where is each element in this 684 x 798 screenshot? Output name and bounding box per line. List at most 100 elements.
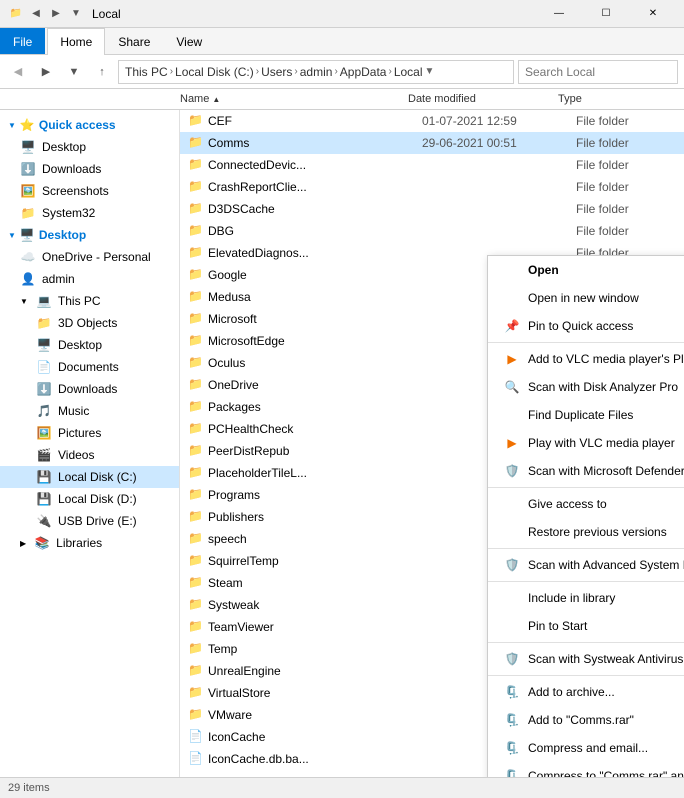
file-type: File folder [576,224,676,238]
ctx-add-archive[interactable]: 🗜️ Add to archive... [488,678,684,706]
ctx-find-duplicates[interactable]: Find Duplicate Files [488,401,684,429]
file-name: ConnectedDevic... [208,158,418,172]
col-header-type[interactable]: Type [550,93,650,105]
file-name: OneDrive [208,378,418,392]
breadcrumb-this-pc[interactable]: This PC [125,65,168,79]
folder-icon: 📁 [188,443,204,459]
ctx-include-library[interactable]: Include in library ▶ [488,584,684,612]
sidebar-item-label: USB Drive (E:) [58,514,171,528]
file-icon: 📄 [188,729,204,745]
file-name: PlaceholderTileL... [208,466,418,480]
sidebar-item-downloads-2[interactable]: ⬇️ Downloads [0,378,179,400]
ctx-give-access-label: Give access to [528,497,607,511]
ctx-advanced-protector[interactable]: 🛡️ Scan with Advanced System Protector [488,551,684,579]
file-item-crashreport[interactable]: 📁 CrashReportClie... File folder [180,176,684,198]
breadcrumb[interactable]: This PC › Local Disk (C:) › Users › admi… [118,60,514,84]
folder-icon: 📁 [188,531,204,547]
file-name: VirtualStore [208,686,418,700]
folder-icon: 📁 [188,179,204,195]
file-item-comms[interactable]: 📁 Comms 29-06-2021 00:51 File folder [180,132,684,154]
sidebar-item-3d-objects[interactable]: 📁 3D Objects [0,312,179,334]
ctx-vlc-playlist[interactable]: ▶ Add to VLC media player's Playlist [488,345,684,373]
sidebar-item-local-disk-d[interactable]: 💾 Local Disk (D:) [0,488,179,510]
minimize-button[interactable]: — [536,0,582,28]
recent-locations-button[interactable]: ▼ [62,60,86,84]
ctx-advanced-protector-label: Scan with Advanced System Protector [528,558,684,572]
ctx-give-access[interactable]: Give access to ▶ [488,490,684,518]
file-name: SquirrelTemp [208,554,418,568]
ctx-compress-comms-email[interactable]: 🗜️ Compress to "Comms.rar" and email [488,762,684,776]
title-bar-forward-icon[interactable]: ▶ [48,6,64,22]
forward-button[interactable]: ▶ [34,60,58,84]
file-item-dbg[interactable]: 📁 DBG File folder [180,220,684,242]
onedrive-icon: ☁️ [20,249,36,265]
col-header-date[interactable]: Date modified [400,93,550,105]
ctx-compress-email[interactable]: 🗜️ Compress and email... [488,734,684,762]
file-item-d3dscache[interactable]: 📁 D3DSCache File folder [180,198,684,220]
file-item-cef[interactable]: 📁 CEF 01-07-2021 12:59 File folder [180,110,684,132]
sidebar-item-local-disk-c[interactable]: 💾 Local Disk (C:) [0,466,179,488]
search-box[interactable] [518,60,678,84]
file-name: Temp [208,642,418,656]
title-bar-back-icon[interactable]: ◀ [28,6,44,22]
close-button[interactable]: ✕ [630,0,676,28]
ctx-pin-quick-access[interactable]: 📌 Pin to Quick access [488,312,684,340]
up-button[interactable]: ↑ [90,60,114,84]
ctx-add-comms-rar[interactable]: 🗜️ Add to "Comms.rar" [488,706,684,734]
tab-view[interactable]: View [163,28,215,54]
back-button[interactable]: ◀ [6,60,30,84]
sidebar-item-screenshots[interactable]: 🖼️ Screenshots [0,180,179,202]
maximize-button[interactable]: ☐ [583,0,629,28]
ctx-open[interactable]: Open [488,256,684,284]
sidebar-header-quick-access[interactable]: ▼ ⭐ Quick access [0,114,179,136]
folder-icon: 📁 [188,685,204,701]
file-name: ElevatedDiagnos... [208,246,418,260]
breadcrumb-local-disk[interactable]: Local Disk (C:) [175,65,254,79]
col-header-name[interactable]: Name ▲ [180,93,400,105]
tab-home[interactable]: Home [47,28,105,55]
breadcrumb-users[interactable]: Users [261,65,292,79]
sidebar-item-libraries[interactable]: ▶ 📚 Libraries [0,532,179,554]
title-bar-dropdown-icon[interactable]: ▼ [68,6,84,22]
sidebar-item-desktop-1[interactable]: 🖥️ Desktop [0,136,179,158]
screenshots-icon: 🖼️ [20,183,36,199]
sidebar-item-label: This PC [58,294,171,308]
systweak-antivirus-icon: 🛡️ [504,651,520,667]
sidebar-item-this-pc[interactable]: ▼ 💻 This PC [0,290,179,312]
breadcrumb-admin[interactable]: admin [300,65,333,79]
sidebar-item-pictures[interactable]: 🖼️ Pictures [0,422,179,444]
ctx-compress-comms-email-label: Compress to "Comms.rar" and email [528,769,684,776]
sidebar-item-system32[interactable]: 📁 System32 [0,202,179,224]
tab-file[interactable]: File [0,28,45,54]
breadcrumb-appdata[interactable]: AppData [340,65,387,79]
file-type: File folder [576,180,676,194]
sidebar-item-onedrive[interactable]: ☁️ OneDrive - Personal [0,246,179,268]
status-bar: 29 items [0,777,684,798]
ctx-disk-analyzer[interactable]: 🔍 Scan with Disk Analyzer Pro [488,373,684,401]
search-input[interactable] [525,65,671,79]
sidebar-item-desktop-2[interactable]: 🖥️ Desktop [0,334,179,356]
sidebar-item-downloads-1[interactable]: ⬇️ Downloads [0,158,179,180]
folder-icon: 📁 [188,113,204,129]
tab-share[interactable]: Share [105,28,163,54]
file-date: 29-06-2021 00:51 [422,136,572,150]
sidebar-item-admin[interactable]: 👤 admin [0,268,179,290]
ctx-open-new-window[interactable]: Open in new window [488,284,684,312]
sidebar-item-videos[interactable]: 🎬 Videos [0,444,179,466]
file-name: Microsoft [208,312,418,326]
ctx-vlc-play-label: Play with VLC media player [528,436,675,450]
sidebar-item-music[interactable]: 🎵 Music [0,400,179,422]
ctx-restore-versions[interactable]: Restore previous versions [488,518,684,546]
pin-start-icon [504,618,520,634]
ctx-pin-start[interactable]: Pin to Start [488,612,684,640]
ctx-vlc-play[interactable]: ▶ Play with VLC media player [488,429,684,457]
sidebar-item-documents[interactable]: 📄 Documents [0,356,179,378]
sidebar-header-desktop[interactable]: ▼ 🖥️ Desktop [0,224,179,246]
breadcrumb-local[interactable]: Local [394,65,423,79]
ctx-defender-scan[interactable]: 🛡️ Scan with Microsoft Defender... [488,457,684,485]
ctx-separator-4 [488,581,684,582]
ctx-systweak-antivirus[interactable]: 🛡️ Scan with Systweak Antivirus [488,645,684,673]
sidebar-item-usb-drive[interactable]: 🔌 USB Drive (E:) [0,510,179,532]
advanced-protector-icon: 🛡️ [504,557,520,573]
file-item-connected[interactable]: 📁 ConnectedDevic... File folder [180,154,684,176]
